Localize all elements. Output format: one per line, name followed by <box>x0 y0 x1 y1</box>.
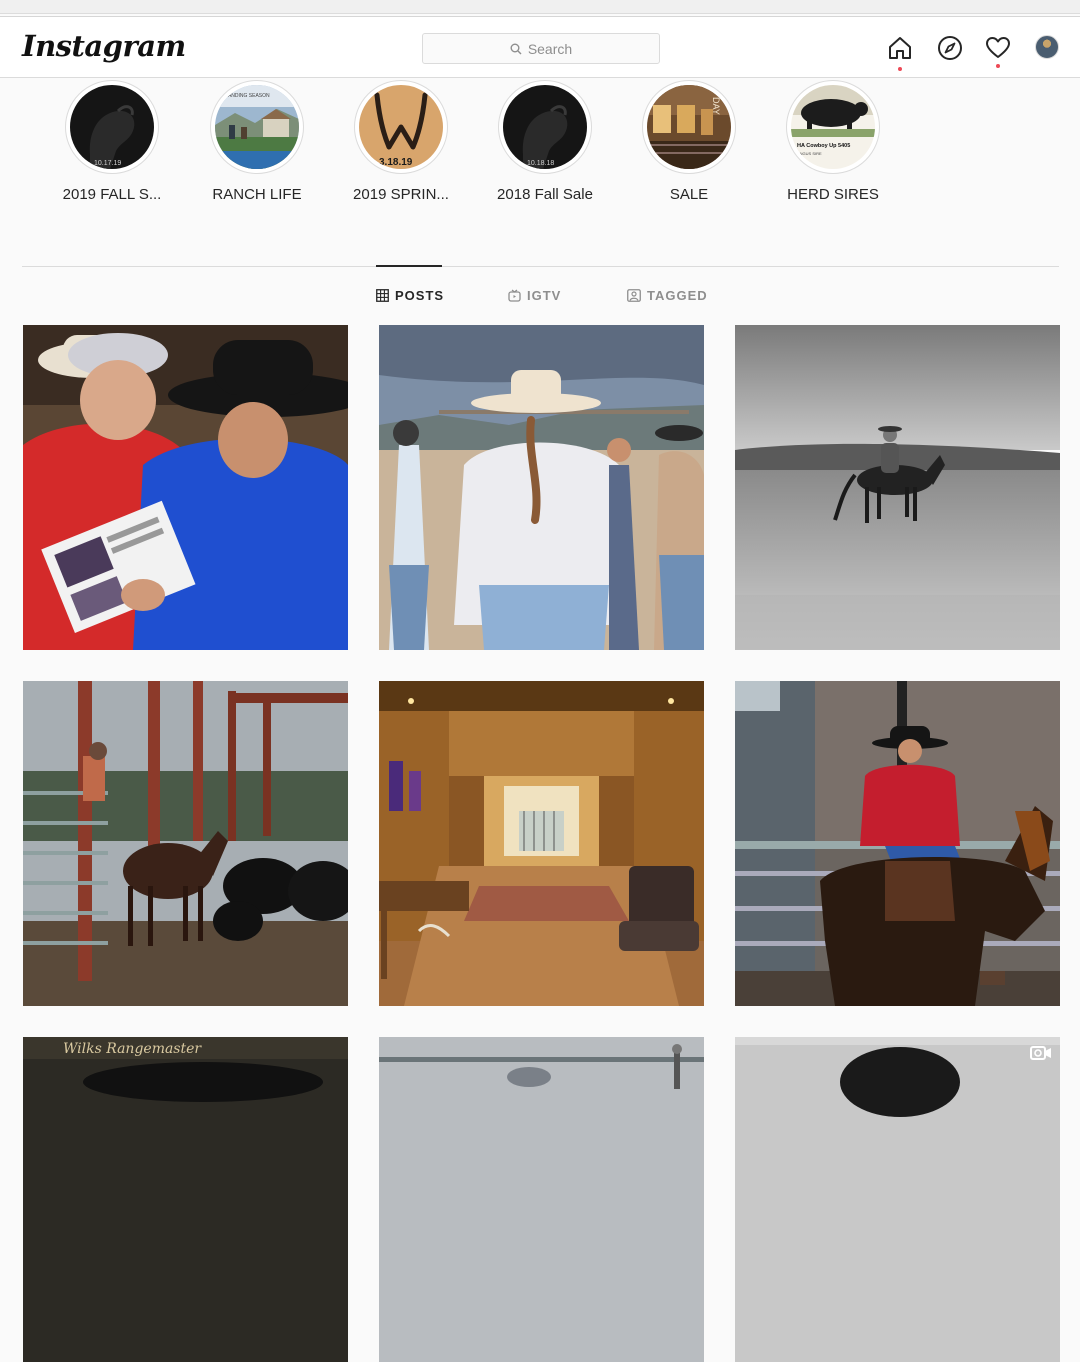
video-icon <box>1030 1046 1051 1060</box>
highlight-sale[interactable]: DAY SALE <box>625 80 753 203</box>
highlight-label: 2018 Fall Sale <box>497 186 593 203</box>
search-icon <box>510 43 522 54</box>
grid-icon <box>376 289 389 302</box>
post-horse-rider-field[interactable] <box>735 325 1060 650</box>
highlight-2019-fall-sale[interactable]: 10.17.19 2019 FALL S... <box>48 80 176 203</box>
tab-label: IGTV <box>527 288 562 303</box>
top-nav-bar: Instagram Search <box>0 16 1080 78</box>
igtv-icon <box>508 289 521 302</box>
tab-tagged[interactable]: TAGGED <box>627 288 708 303</box>
post-row3-c-video[interactable] <box>735 1037 1060 1362</box>
instagram-logo[interactable]: Instagram <box>22 29 186 63</box>
tagged-icon <box>627 289 641 302</box>
highlight-label: SALE <box>669 186 709 203</box>
highlight-label: 2019 FALL S... <box>62 186 162 203</box>
profile-avatar[interactable] <box>1035 35 1059 59</box>
tabs-divider <box>22 266 1059 267</box>
home-icon[interactable] <box>887 35 913 61</box>
post-ranch-crowd[interactable] <box>379 325 704 650</box>
svg-text:Wilks Rangemaster: Wilks Rangemaster <box>63 1041 202 1057</box>
highlight-ranch-life[interactable]: BRANDING SEASON RANCH LIFE <box>193 80 321 203</box>
home-notification-dot <box>898 67 902 71</box>
active-tab-indicator <box>376 265 442 267</box>
highlight-2018-fall-sale[interactable]: 10.18.18 2018 Fall Sale <box>481 80 609 203</box>
heart-icon[interactable] <box>985 35 1011 61</box>
svg-text:DAY: DAY <box>711 97 721 115</box>
post-sale-barn-interior[interactable] <box>379 681 704 1006</box>
activity-notification-dot <box>996 64 1000 68</box>
story-highlights: 10.17.19 2019 FALL S... BRANDING SEASON … <box>0 80 1080 220</box>
svg-text:10.18.18: 10.18.18 <box>527 160 554 167</box>
search-placeholder: Search <box>527 40 573 57</box>
highlight-herd-sires[interactable]: HA Cowboy Up 5405 ANGUS SIRE HERD SIRES <box>769 80 897 203</box>
post-row3-a[interactable]: Wilks Rangemaster <box>23 1037 348 1362</box>
tab-igtv[interactable]: IGTV <box>508 288 561 303</box>
post-cattle-sale-catalog[interactable] <box>23 325 348 650</box>
svg-text:BRANDING SEASON: BRANDING SEASON <box>221 93 270 99</box>
highlight-2019-spring-sale[interactable]: 3.18.19 2019 SPRIN... <box>337 80 465 203</box>
post-corral-horse-cattle[interactable] <box>23 681 348 1006</box>
highlight-label: RANCH LIFE <box>212 186 302 203</box>
browser-top-strip <box>0 0 1080 14</box>
search-input[interactable]: Search <box>422 33 660 64</box>
explore-icon[interactable] <box>937 35 963 61</box>
svg-text:HA Cowboy Up 5405: HA Cowboy Up 5405 <box>797 143 850 149</box>
post-young-rider-horse[interactable] <box>735 681 1060 1006</box>
tab-posts[interactable]: POSTS <box>376 288 444 303</box>
tab-label: TAGGED <box>647 288 708 303</box>
post-row3-b[interactable] <box>379 1037 704 1362</box>
svg-text:10.17.19: 10.17.19 <box>94 160 121 167</box>
highlight-label: 2019 SPRIN... <box>353 186 449 203</box>
tab-label: POSTS <box>395 288 445 303</box>
svg-text:ANGUS SIRE: ANGUS SIRE <box>797 151 822 156</box>
svg-text:3.18.19: 3.18.19 <box>379 157 413 168</box>
highlight-label: HERD SIRES <box>787 186 879 203</box>
